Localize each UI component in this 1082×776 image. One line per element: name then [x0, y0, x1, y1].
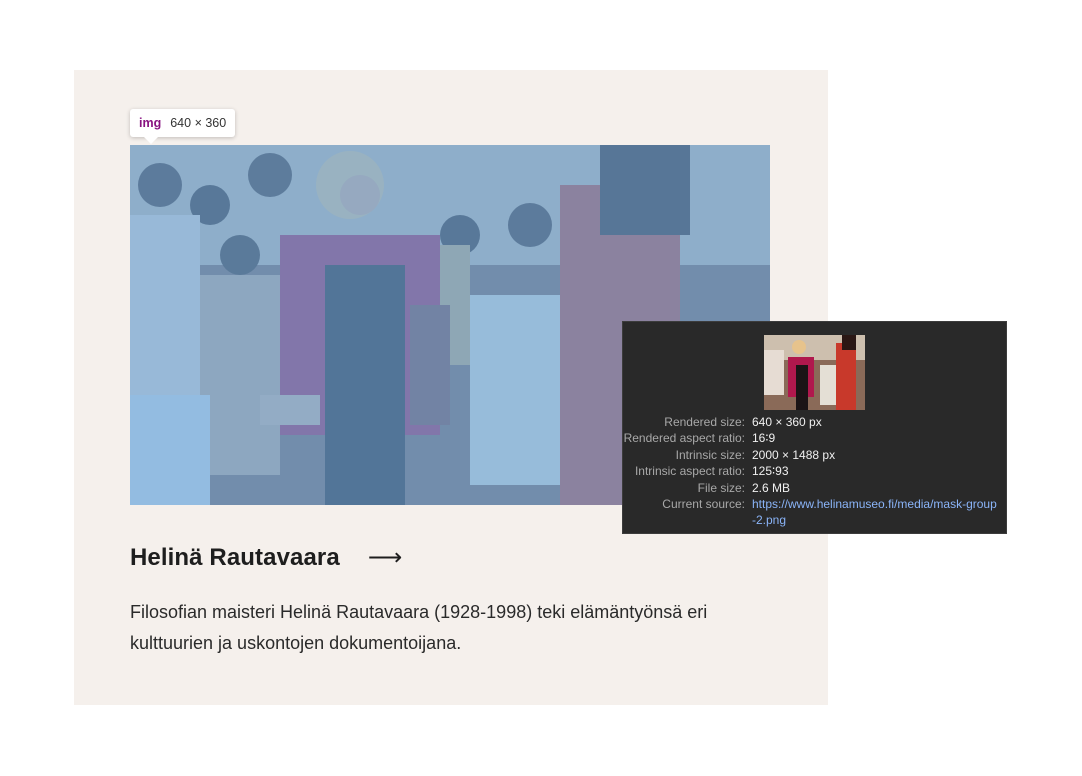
info-value: 2000 × 1488 px	[752, 447, 836, 462]
info-key: Rendered aspect ratio:	[623, 431, 745, 446]
article-title-link[interactable]: Helinä Rautavaara ⟶	[130, 540, 402, 576]
info-row-intrinsic-size: Intrinsic size: 2000 × 1488 px	[623, 447, 1008, 463]
info-row-file-size: File size: 2.6 MB	[623, 480, 1008, 496]
arrow-right-icon[interactable]: ⟶	[368, 546, 402, 570]
current-source-link[interactable]: https://www.helinamuseo.fi/media/mask-gr…	[752, 496, 997, 529]
info-value: 640 × 360 px	[752, 415, 822, 429]
badge-tag-name: img	[139, 116, 162, 130]
info-row-rendered-size: Rendered size: 640 × 360 px	[623, 414, 1008, 430]
info-row-intrinsic-aspect: Intrinsic aspect ratio: 125∶93	[623, 463, 1008, 479]
info-key: Intrinsic aspect ratio:	[634, 464, 745, 479]
info-value: 2.6 MB	[752, 480, 791, 495]
info-key: Current source:	[662, 497, 745, 512]
thumbnail-illustration	[764, 335, 865, 410]
info-key: File size:	[697, 480, 745, 495]
image-info-tooltip: Rendered size: 640 × 360 px Rendered asp…	[622, 321, 1007, 534]
image-info-rows: Rendered size: 640 × 360 px Rendered asp…	[623, 414, 1008, 529]
info-value: 16∶9	[752, 431, 776, 446]
info-key: Rendered size:	[664, 415, 745, 429]
article-title[interactable]: Helinä Rautavaara	[130, 544, 340, 572]
image-thumbnail	[764, 335, 865, 410]
info-row-rendered-aspect: Rendered aspect ratio: 16∶9	[623, 430, 1008, 446]
info-row-current-source: Current source: https://www.helinamuseo.…	[623, 496, 1008, 529]
info-key: Intrinsic size:	[675, 447, 745, 462]
info-value: 125∶93	[752, 464, 789, 479]
element-inspector-badge: img 640 × 360	[130, 109, 236, 144]
article-description: Filosofian maisteri Helinä Rautavaara (1…	[130, 602, 708, 653]
badge-dimensions: 640 × 360	[170, 116, 227, 130]
